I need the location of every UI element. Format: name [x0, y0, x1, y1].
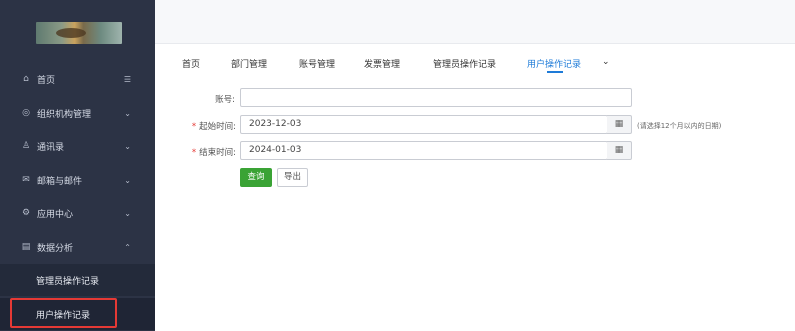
chevron-down-icon: ⌄	[124, 141, 131, 151]
required-mark: *	[191, 148, 197, 158]
tab-bar: 首页 部门管理 账号管理 发票管理 管理员操作记录 用户操作记录 ⌄	[155, 44, 795, 77]
menu-collapse-icon[interactable]: ☰	[124, 75, 131, 84]
sidebar-item-contacts[interactable]: ♙ 通讯录 ⌄	[0, 130, 155, 162]
calendar-icon[interactable]: ▦	[607, 115, 632, 134]
tab-user-log[interactable]: 用户操作记录	[527, 57, 581, 70]
tab-home[interactable]: 首页	[182, 57, 200, 70]
top-header	[155, 0, 795, 44]
query-button[interactable]: 查询	[240, 168, 272, 187]
export-button[interactable]: 导出	[277, 168, 308, 187]
chevron-down-icon: ⌄	[124, 108, 131, 118]
tabs-more-icon[interactable]: ⌄	[602, 57, 610, 67]
apps-icon: ⚙	[21, 208, 31, 218]
tab-account[interactable]: 账号管理	[299, 57, 335, 70]
tab-invoice[interactable]: 发票管理	[364, 57, 400, 70]
start-date-input[interactable]: 2023-12-03	[240, 115, 608, 134]
sidebar-item-home[interactable]: ⌂ 首页 ☰	[0, 63, 155, 95]
sidebar-item-org[interactable]: ◎ 组织机构管理 ⌄	[0, 97, 155, 129]
sidebar: ⌂ 首页 ☰ ◎ 组织机构管理 ⌄ ♙ 通讯录 ⌄ ✉ 邮箱与邮件 ⌄ ⚙ 应用…	[0, 0, 155, 331]
chevron-up-icon: ⌃	[124, 242, 131, 252]
tab-admin-log[interactable]: 管理员操作记录	[433, 57, 496, 70]
active-tab-indicator	[547, 71, 563, 73]
home-icon: ⌂	[23, 74, 29, 84]
end-date-input[interactable]: 2024-01-03	[240, 141, 608, 160]
highlight-box	[10, 298, 117, 328]
sidebar-item-mail[interactable]: ✉ 邮箱与邮件 ⌄	[0, 164, 155, 196]
sidebar-item-analytics[interactable]: ▤ 数据分析 ⌃	[0, 231, 155, 263]
contacts-icon: ♙	[21, 141, 31, 151]
sidebar-item-apps[interactable]: ⚙ 应用中心 ⌄	[0, 197, 155, 229]
org-icon: ◎	[22, 108, 30, 118]
required-mark: *	[191, 122, 197, 132]
calendar-icon[interactable]: ▦	[607, 141, 632, 160]
chart-icon: ▤	[21, 242, 31, 252]
account-input[interactable]	[240, 88, 632, 107]
account-label: 账号:	[215, 95, 235, 105]
start-time-label: * 起始时间:	[191, 122, 236, 132]
mail-icon: ✉	[22, 175, 30, 185]
chevron-down-icon: ⌄	[124, 208, 131, 218]
date-range-hint: (请选择12个月以内的日期)	[637, 122, 722, 130]
sidebar-subitem-admin-log[interactable]: 管理员操作记录	[0, 264, 155, 296]
tab-department[interactable]: 部门管理	[231, 57, 267, 70]
chevron-down-icon: ⌄	[124, 175, 131, 185]
end-time-label: * 结束时间:	[191, 148, 236, 158]
logo	[36, 22, 122, 44]
